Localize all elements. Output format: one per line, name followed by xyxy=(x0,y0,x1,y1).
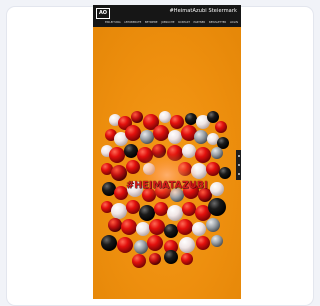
ball xyxy=(195,147,211,163)
ball xyxy=(149,219,165,235)
nav-item-partner[interactable]: PARTNER xyxy=(193,20,205,25)
nav-item-newsletter[interactable]: NEWSLETTER xyxy=(209,20,226,25)
ball xyxy=(179,237,195,253)
hero-section: #HEIMATAZUBI xyxy=(93,27,241,299)
ball xyxy=(111,165,127,181)
ball xyxy=(154,202,168,216)
mobile-page-preview[interactable]: AO #HeimatAzubi Steiermark EINLEITUNG LE… xyxy=(93,5,241,299)
ball xyxy=(164,224,178,238)
ball xyxy=(168,130,182,144)
ball xyxy=(159,111,171,123)
ball xyxy=(206,162,220,176)
ball xyxy=(170,115,184,129)
ball xyxy=(181,253,193,265)
ball xyxy=(153,125,169,141)
ball xyxy=(194,130,208,144)
nav-item-betriebe[interactable]: BETRIEBE xyxy=(145,20,158,25)
ball xyxy=(177,219,193,235)
ball xyxy=(164,250,178,264)
ball xyxy=(211,147,223,159)
ball xyxy=(211,235,223,247)
floating-side-tab[interactable] xyxy=(236,150,241,180)
ball xyxy=(147,235,163,251)
ball xyxy=(185,113,197,125)
nav-item-kontakt[interactable]: KONTAKT xyxy=(178,20,190,25)
ball xyxy=(140,130,154,144)
brand-title[interactable]: #HeimatAzubi Steiermark xyxy=(169,7,237,15)
ball xyxy=(124,144,138,158)
menu-icon[interactable] xyxy=(237,163,240,166)
ball xyxy=(136,222,150,236)
ball xyxy=(111,203,127,219)
center-glow xyxy=(137,151,197,199)
ball xyxy=(134,240,148,254)
ball xyxy=(215,121,227,133)
ball xyxy=(101,235,117,251)
ball xyxy=(126,200,140,214)
nav-item-login[interactable]: LOGIN xyxy=(230,20,238,25)
ball xyxy=(149,253,161,265)
ball xyxy=(208,198,226,216)
ball xyxy=(125,125,141,141)
nav-item-jobsuche[interactable]: JOBSUCHE xyxy=(161,20,175,25)
ball xyxy=(109,147,125,163)
site-logo[interactable]: AO xyxy=(96,8,110,19)
ball xyxy=(108,218,122,232)
ball xyxy=(182,202,196,216)
hero-balls-artwork xyxy=(101,111,231,268)
ball xyxy=(139,205,155,221)
ball xyxy=(196,236,210,250)
ball xyxy=(132,254,146,268)
main-navigation: EINLEITUNG LEHRBERUFE BETRIEBE JOBSUCHE … xyxy=(105,20,238,25)
hero-headline: #HEIMATAZUBI xyxy=(126,180,208,191)
nav-item-einleitung[interactable]: EINLEITUNG xyxy=(105,20,121,25)
ball xyxy=(192,222,206,236)
ball xyxy=(167,205,183,221)
ball xyxy=(207,111,219,123)
site-header: AO #HeimatAzubi Steiermark EINLEITUNG LE… xyxy=(93,5,241,27)
ball xyxy=(121,219,137,235)
search-icon[interactable] xyxy=(237,172,240,175)
share-icon[interactable] xyxy=(237,155,240,158)
ball xyxy=(206,218,220,232)
ball xyxy=(219,167,231,179)
nav-item-lehrberufe[interactable]: LEHRBERUFE xyxy=(124,20,141,25)
ball xyxy=(117,237,133,253)
ball xyxy=(217,137,229,149)
ball xyxy=(131,111,143,123)
